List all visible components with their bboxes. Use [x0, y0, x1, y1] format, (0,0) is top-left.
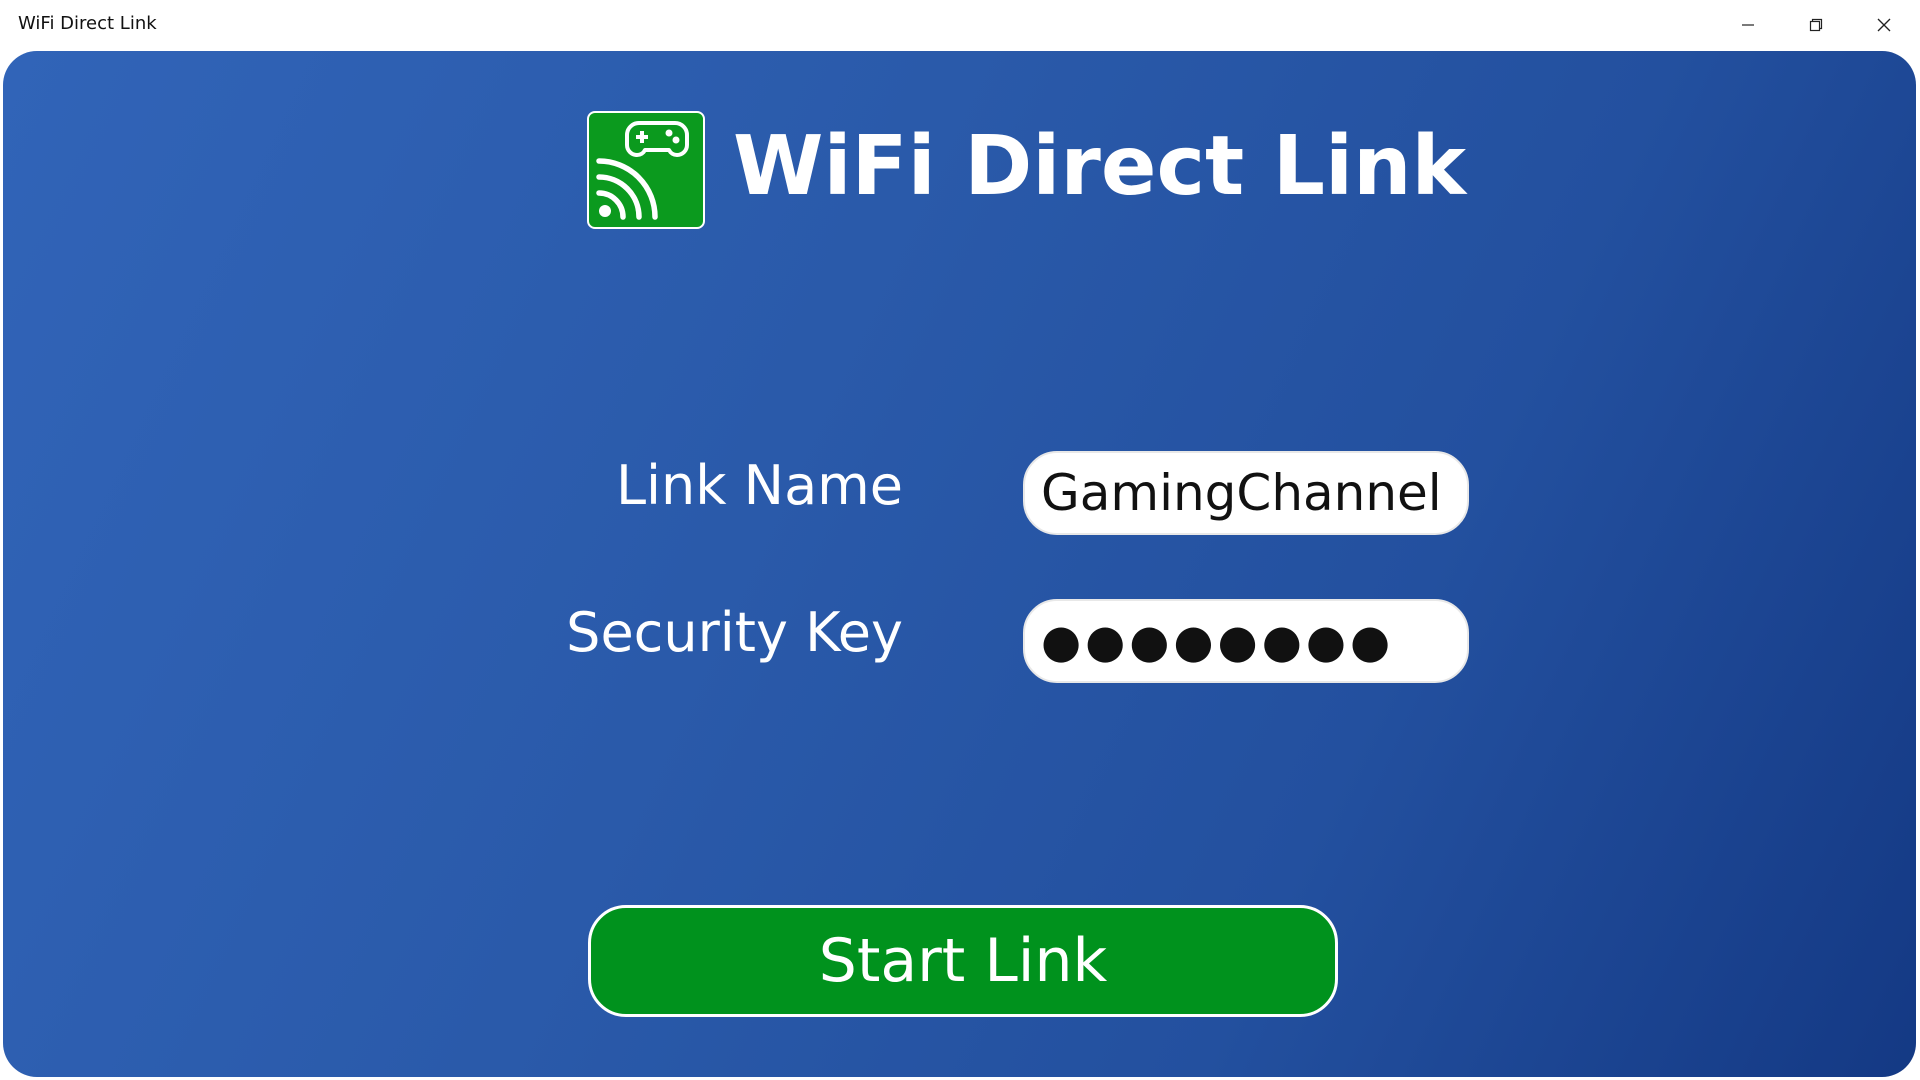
close-icon: [1877, 18, 1891, 32]
restore-button[interactable]: [1782, 0, 1850, 50]
start-link-button[interactable]: Start Link: [588, 905, 1338, 1017]
link-name-input[interactable]: GamingChannel: [1023, 451, 1469, 535]
restore-icon: [1809, 18, 1823, 32]
link-name-label: Link Name: [615, 454, 903, 517]
security-key-input[interactable]: ●●●●●●●●: [1023, 599, 1469, 683]
close-button[interactable]: [1850, 0, 1918, 50]
app-title: WiFi Direct Link: [733, 119, 1467, 214]
security-key-label: Security Key: [566, 601, 903, 664]
minimize-icon: [1742, 24, 1754, 26]
gamepad-wifi-logo-icon: [596, 121, 689, 220]
title-bar: WiFi Direct Link: [0, 0, 1920, 50]
minimize-button[interactable]: [1714, 0, 1782, 50]
window-title: WiFi Direct Link: [18, 13, 157, 34]
app-canvas: WiFi Direct Link Link Name GamingChannel…: [3, 51, 1916, 1077]
app-logo: [587, 111, 705, 229]
